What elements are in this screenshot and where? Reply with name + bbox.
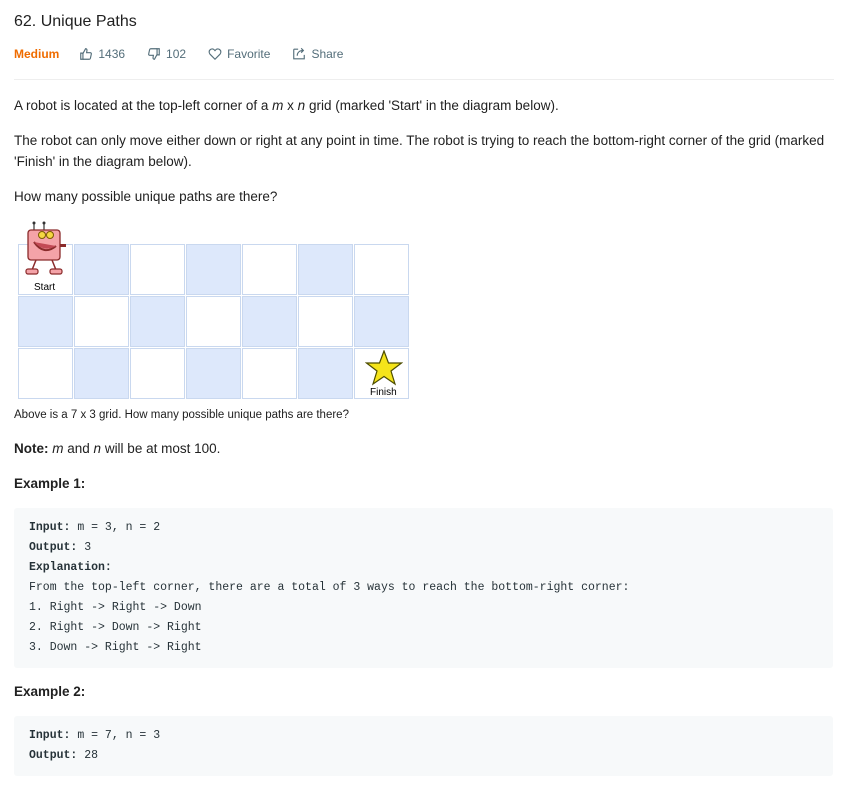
dislike-button[interactable]: 102	[147, 47, 186, 61]
thumbs-down-icon	[148, 48, 160, 60]
robot-icon	[25, 221, 66, 275]
var-n: n	[93, 441, 102, 456]
favorite-button[interactable]: Favorite	[208, 47, 270, 61]
description-text: A robot is located at the top-left corne…	[14, 98, 273, 113]
grid-cell	[74, 244, 129, 295]
description-paragraph-2: The robot can only move either down or r…	[14, 133, 825, 169]
var-m: m	[272, 98, 284, 113]
figure-caption: Above is a 7 x 3 grid. How many possible…	[14, 409, 349, 421]
example-1-code-block: Input: m = 3, n = 2 Output: 3 Explanatio…	[14, 508, 833, 668]
grid-cell	[74, 348, 129, 399]
like-button[interactable]: 1436	[79, 47, 125, 61]
grid-diagram: Start Finish	[18, 221, 410, 400]
example-2-heading: Example 2:	[14, 684, 86, 699]
input-label: Input:	[29, 521, 71, 534]
explanation-line: 3. Down -> Right -> Right	[29, 641, 202, 654]
grid-cell	[298, 244, 353, 295]
explanation-line: From the top-left corner, there are a to…	[29, 581, 630, 594]
start-label: Start	[34, 282, 56, 293]
description-paragraph-3: How many possible unique paths are there…	[14, 189, 278, 204]
example-1-heading: Example 1:	[14, 476, 86, 491]
note-label: Note:	[14, 441, 49, 456]
input-value: m = 3, n = 2	[70, 521, 161, 534]
var-m: m	[52, 441, 64, 456]
favorite-label: Favorite	[227, 47, 271, 61]
grid-cell	[18, 296, 73, 347]
problem-meta-bar: Medium 1436 102 Favorite Share	[14, 47, 365, 61]
note-text: and	[63, 441, 94, 456]
difficulty-badge: Medium	[14, 47, 60, 61]
grid-cell	[186, 348, 241, 399]
example-2-code: Input: m = 7, n = 3 Output: 28	[29, 726, 160, 766]
grid-cell	[130, 348, 185, 399]
grid-cell	[18, 348, 73, 399]
page-title: 62. Unique Paths	[14, 13, 137, 30]
grid-cell	[186, 244, 241, 295]
grid-cell	[242, 348, 297, 399]
explanation-label: Explanation:	[29, 561, 112, 574]
like-count: 1436	[98, 47, 126, 61]
description-paragraph-1: A robot is located at the top-left corne…	[14, 95, 559, 116]
header-divider	[14, 79, 834, 80]
grid-cell	[298, 296, 353, 347]
grid-cell	[186, 296, 241, 347]
share-label: Share	[311, 47, 344, 61]
output-value: 3	[77, 541, 92, 554]
explanation-line: 1. Right -> Right -> Down	[29, 601, 202, 614]
thumbs-up-icon	[80, 48, 93, 60]
note: Note: m and n will be at most 100.	[14, 441, 220, 456]
share-button[interactable]: Share	[292, 47, 343, 61]
grid-cell	[242, 244, 297, 295]
input-label: Input:	[29, 729, 71, 742]
grid-cell	[354, 296, 409, 347]
grid-cell	[298, 348, 353, 399]
example-2-code-block: Input: m = 7, n = 3 Output: 28	[14, 716, 833, 776]
grid-cell	[130, 296, 185, 347]
grid-cell	[242, 296, 297, 347]
finish-label: Finish	[370, 387, 397, 398]
input-value: m = 7, n = 3	[70, 729, 161, 742]
dislike-count: 102	[166, 47, 187, 61]
output-label: Output:	[29, 541, 78, 554]
description-text: x	[283, 98, 298, 113]
example-1-code: Input: m = 3, n = 2 Output: 3 Explanatio…	[29, 518, 629, 658]
grid-cell	[130, 244, 185, 295]
grid-cell	[74, 296, 129, 347]
star-icon	[365, 350, 403, 386]
description-text: grid (marked 'Start' in the diagram belo…	[305, 98, 559, 113]
grid-cell	[354, 244, 409, 295]
note-text: will be at most 100.	[101, 441, 221, 456]
output-value: 28	[77, 749, 99, 762]
share-icon	[293, 47, 306, 60]
output-label: Output:	[29, 749, 78, 762]
explanation-line: 2. Right -> Down -> Right	[29, 621, 202, 634]
heart-icon	[208, 48, 222, 61]
